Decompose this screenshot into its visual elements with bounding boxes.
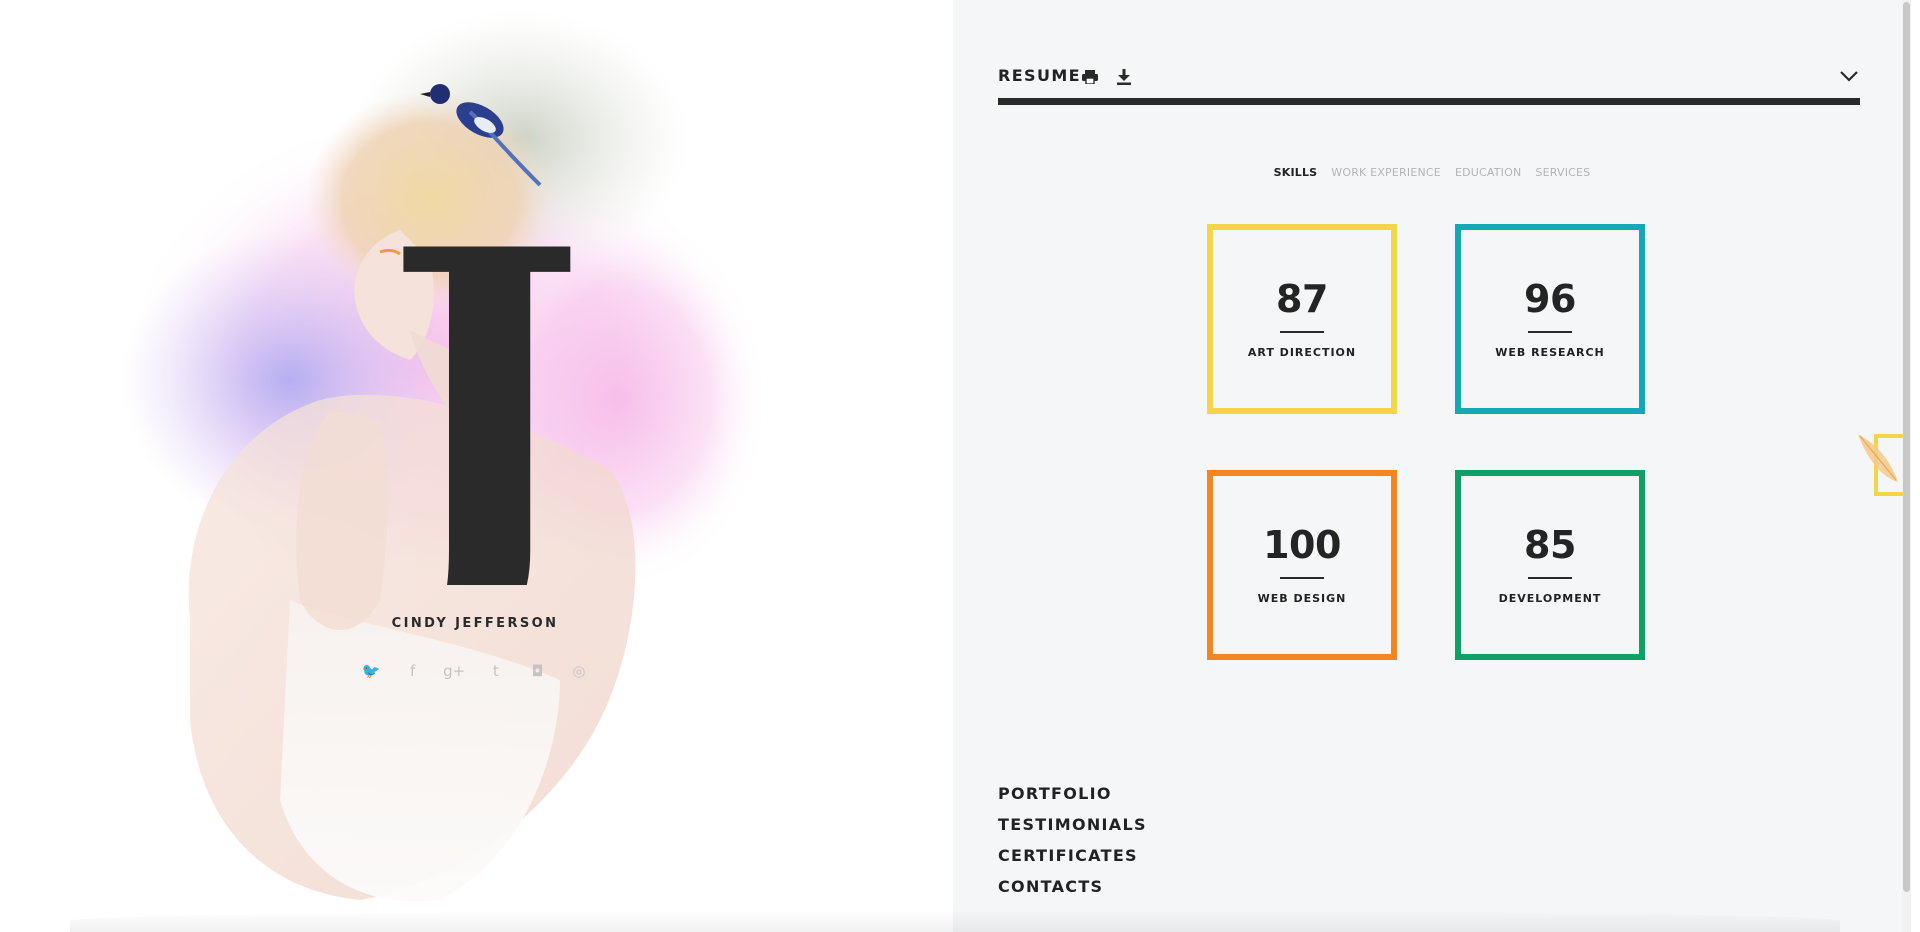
profile-hero: J CINDY JEFFERSON 🐦 f g+ t ◘ ◎ — [0, 0, 953, 932]
social-links: 🐦 f g+ t ◘ ◎ — [360, 660, 590, 682]
skill-divider — [1280, 330, 1324, 333]
skill-card: 87 ART DIRECTION — [1207, 224, 1397, 414]
skill-card: 96 WEB RESEARCH — [1455, 224, 1645, 414]
twitter-icon[interactable]: 🐦 — [360, 660, 382, 682]
skill-value: 100 — [1263, 522, 1341, 567]
feather-toggle-icon[interactable] — [1854, 432, 1904, 496]
skill-divider — [1528, 330, 1572, 333]
skill-label: ART DIRECTION — [1247, 345, 1357, 359]
facebook-icon[interactable]: f — [402, 660, 424, 682]
tumblr-icon[interactable]: t — [485, 660, 507, 682]
skill-value: 85 — [1524, 522, 1576, 567]
svg-text:J: J — [360, 215, 587, 585]
print-icon[interactable] — [1080, 67, 1100, 87]
tab-skills[interactable]: SKILLS — [1274, 166, 1318, 179]
nav-certificates[interactable]: CERTIFICATES — [998, 840, 1147, 871]
scrollbar-thumb[interactable] — [1903, 2, 1910, 892]
skill-divider — [1280, 576, 1324, 579]
skill-value: 96 — [1524, 276, 1576, 321]
skills-grid: 87 ART DIRECTION 96 WEB RESEARCH 100 WEB… — [1207, 224, 1645, 660]
skill-divider — [1528, 576, 1572, 579]
tab-services[interactable]: SERVICES — [1535, 166, 1590, 179]
monogram-letter: J — [360, 215, 587, 585]
profile-name: CINDY JEFFERSON — [391, 616, 559, 631]
google-plus-icon[interactable]: g+ — [443, 660, 465, 682]
skill-card: 100 WEB DESIGN — [1207, 470, 1397, 660]
section-nav: PORTFOLIO TESTIMONIALS CERTIFICATES CONT… — [998, 778, 1147, 902]
download-icon[interactable] — [1114, 67, 1134, 87]
skill-card: 85 DEVELOPMENT — [1455, 470, 1645, 660]
page: J CINDY JEFFERSON 🐦 f g+ t ◘ ◎ RESUME SK… — [0, 0, 1920, 932]
tab-education[interactable]: EDUCATION — [1455, 166, 1521, 179]
instagram-icon[interactable]: ◘ — [526, 660, 548, 682]
nav-testimonials[interactable]: TESTIMONIALS — [998, 809, 1147, 840]
footer-shadow — [70, 910, 1840, 932]
skill-value: 87 — [1276, 276, 1328, 321]
dribbble-icon[interactable]: ◎ — [568, 660, 590, 682]
resume-title: RESUME — [998, 66, 1082, 85]
nav-contacts[interactable]: CONTACTS — [998, 871, 1147, 902]
resume-tabs: SKILLS WORK EXPERIENCE EDUCATION SERVICE… — [953, 166, 1911, 179]
chevron-down-icon[interactable] — [1838, 66, 1860, 86]
resume-panel: RESUME SKILLS WORK EXPERIENCE EDUCATION … — [953, 0, 1911, 932]
resume-header: RESUME — [998, 62, 1860, 105]
nav-portfolio[interactable]: PORTFOLIO — [998, 778, 1147, 809]
skill-label: WEB RESEARCH — [1495, 345, 1605, 359]
skill-label: DEVELOPMENT — [1498, 591, 1602, 605]
skill-label: WEB DESIGN — [1257, 591, 1347, 605]
tab-work-experience[interactable]: WORK EXPERIENCE — [1331, 166, 1441, 179]
